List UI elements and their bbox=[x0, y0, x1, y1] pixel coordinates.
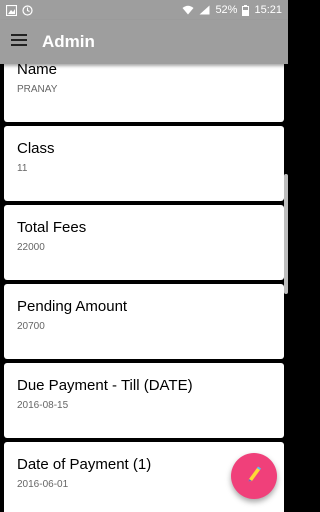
battery-percent: 52% bbox=[215, 4, 238, 16]
app-bar: Admin bbox=[0, 20, 288, 64]
field-label: Due Payment - Till (DATE) bbox=[17, 377, 193, 394]
field-value: 2016-08-15 bbox=[17, 400, 69, 411]
status-bar: 52% 15:21 bbox=[0, 0, 288, 20]
field-value: 22000 bbox=[17, 242, 45, 253]
field-card-name[interactable]: Name PRANAY bbox=[4, 64, 284, 122]
details-list[interactable]: Name PRANAY Class 11 Total Fees 22000 Pe… bbox=[0, 64, 288, 512]
field-label: Total Fees bbox=[17, 219, 87, 236]
pen-icon bbox=[245, 465, 263, 488]
image-icon bbox=[6, 4, 17, 16]
page-title: Admin bbox=[42, 32, 95, 51]
field-label: Pending Amount bbox=[17, 298, 128, 315]
field-card-class[interactable]: Class 11 bbox=[4, 126, 284, 201]
edit-fab-button[interactable] bbox=[231, 453, 277, 499]
field-value: PRANAY bbox=[17, 84, 58, 95]
field-label: Class bbox=[17, 140, 55, 157]
field-value: 20700 bbox=[17, 321, 45, 332]
hamburger-menu-icon bbox=[11, 33, 27, 51]
scrollbar[interactable] bbox=[284, 174, 288, 294]
wifi-icon bbox=[182, 5, 194, 15]
field-label: Name bbox=[17, 64, 58, 78]
field-card-pending-amount[interactable]: Pending Amount 20700 bbox=[4, 284, 284, 359]
menu-button[interactable] bbox=[0, 20, 38, 64]
status-bar-right: 52% 15:21 bbox=[182, 4, 282, 16]
sync-icon bbox=[22, 4, 33, 16]
field-card-total-fees[interactable]: Total Fees 22000 bbox=[4, 205, 284, 280]
field-value: 11 bbox=[17, 163, 28, 174]
signal-icon bbox=[199, 5, 210, 15]
clock: 15:21 bbox=[254, 4, 282, 16]
battery-icon bbox=[242, 4, 250, 16]
field-card-due-payment[interactable]: Due Payment - Till (DATE) 2016-08-15 bbox=[4, 363, 284, 438]
status-bar-left bbox=[6, 4, 33, 16]
